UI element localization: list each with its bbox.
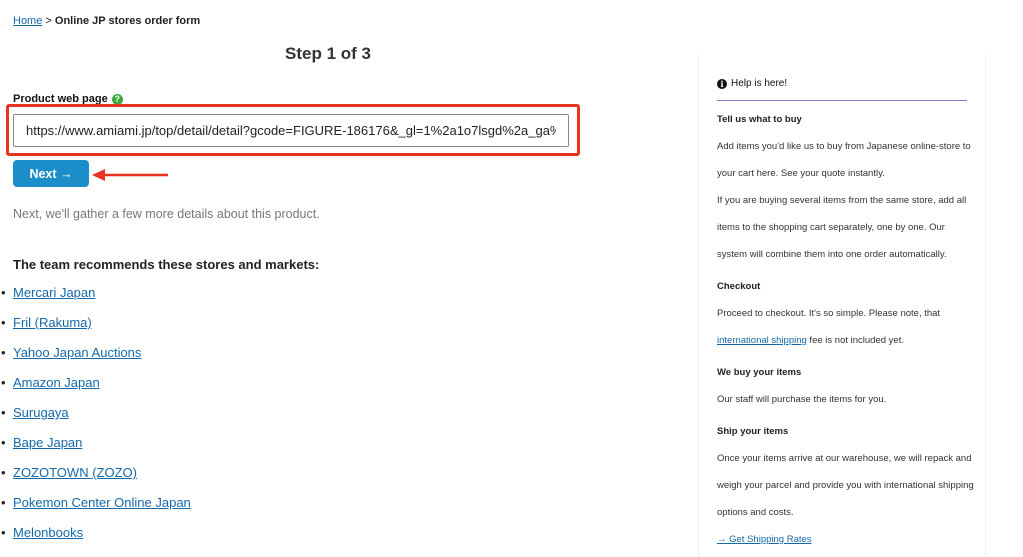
help-text: your cart here. See your quote instantly… bbox=[717, 168, 885, 179]
help-text: Once your items arrive at our warehouse,… bbox=[717, 453, 972, 464]
list-item: Mercari Japan bbox=[0, 283, 191, 313]
help-heading-checkout: Checkout bbox=[717, 281, 761, 292]
breadcrumb-current: Online JP stores order form bbox=[54, 15, 201, 27]
list-item: Melonbooks bbox=[0, 523, 191, 553]
help-text: Add items you'd like us to buy from Japa… bbox=[717, 141, 971, 152]
help-title-text: Help is here! bbox=[731, 78, 788, 89]
store-link[interactable]: Yahoo Japan Auctions bbox=[13, 345, 141, 360]
help-text: international shipping fee is not includ… bbox=[717, 335, 904, 346]
help-text: Our staff will purchase the items for yo… bbox=[717, 394, 887, 405]
list-item: Bape Japan bbox=[0, 433, 191, 463]
product-url-input[interactable] bbox=[13, 114, 569, 147]
breadcrumb: Home > Online JP stores order form bbox=[13, 15, 200, 27]
list-item: Surugaya bbox=[0, 403, 191, 433]
help-text: options and costs. bbox=[717, 507, 794, 518]
next-step-hint: Next, we'll gather a few more details ab… bbox=[13, 207, 320, 221]
step-title: Step 1 of 3 bbox=[285, 44, 371, 63]
help-text-rest: fee is not included yet. bbox=[806, 335, 904, 346]
list-item: Amazon Japan bbox=[0, 373, 191, 403]
help-heading-buy: We buy your items bbox=[717, 367, 802, 378]
help-divider bbox=[717, 100, 967, 101]
list-item: Yahoo Japan Auctions bbox=[0, 343, 191, 373]
help-question-icon[interactable]: ? bbox=[111, 93, 123, 105]
help-text: → Get Shipping Rates bbox=[717, 534, 812, 545]
help-sidebar: i Help is here! Tell us what to buy Add … bbox=[698, 54, 986, 557]
help-heading-tell: Tell us what to buy bbox=[717, 114, 802, 125]
list-item: Pokemon Center Online Japan bbox=[0, 493, 191, 523]
list-item: Fril (Rakuma) bbox=[0, 313, 191, 343]
stores-heading: The team recommends these stores and mar… bbox=[13, 257, 320, 272]
help-title: i Help is here! bbox=[717, 78, 787, 89]
store-link[interactable]: Surugaya bbox=[13, 405, 69, 420]
info-icon: i bbox=[717, 78, 727, 89]
store-link[interactable]: Fril (Rakuma) bbox=[13, 315, 92, 330]
store-link[interactable]: Pokemon Center Online Japan bbox=[13, 495, 191, 510]
store-link[interactable]: Melonbooks bbox=[13, 525, 83, 540]
international-shipping-link[interactable]: international shipping bbox=[717, 335, 807, 346]
store-link[interactable]: Mercari Japan bbox=[13, 285, 95, 300]
list-item: ZOZOTOWN (ZOZO) bbox=[0, 463, 191, 493]
store-link[interactable]: Bape Japan bbox=[13, 435, 82, 450]
help-text: system will combine them into one order … bbox=[717, 249, 947, 260]
help-text: items to the shopping cart separately, o… bbox=[717, 222, 945, 233]
help-text: If you are buying several items from the… bbox=[717, 195, 967, 206]
store-link[interactable]: ZOZOTOWN (ZOZO) bbox=[13, 465, 137, 480]
get-shipping-rates-link[interactable]: → Get Shipping Rates bbox=[717, 534, 812, 545]
help-heading-ship: Ship your items bbox=[717, 426, 789, 437]
breadcrumb-separator: > bbox=[42, 15, 55, 27]
help-text: weigh your parcel and provide you with i… bbox=[717, 480, 974, 491]
breadcrumb-home-link[interactable]: Home bbox=[13, 15, 42, 27]
help-text: Proceed to checkout. It's so simple. Ple… bbox=[717, 308, 941, 319]
next-button[interactable]: Next → bbox=[13, 160, 89, 187]
stores-list: Mercari Japan Fril (Rakuma) Yahoo Japan … bbox=[0, 283, 191, 553]
store-link[interactable]: Amazon Japan bbox=[13, 375, 100, 390]
red-arrow-icon bbox=[92, 169, 168, 181]
